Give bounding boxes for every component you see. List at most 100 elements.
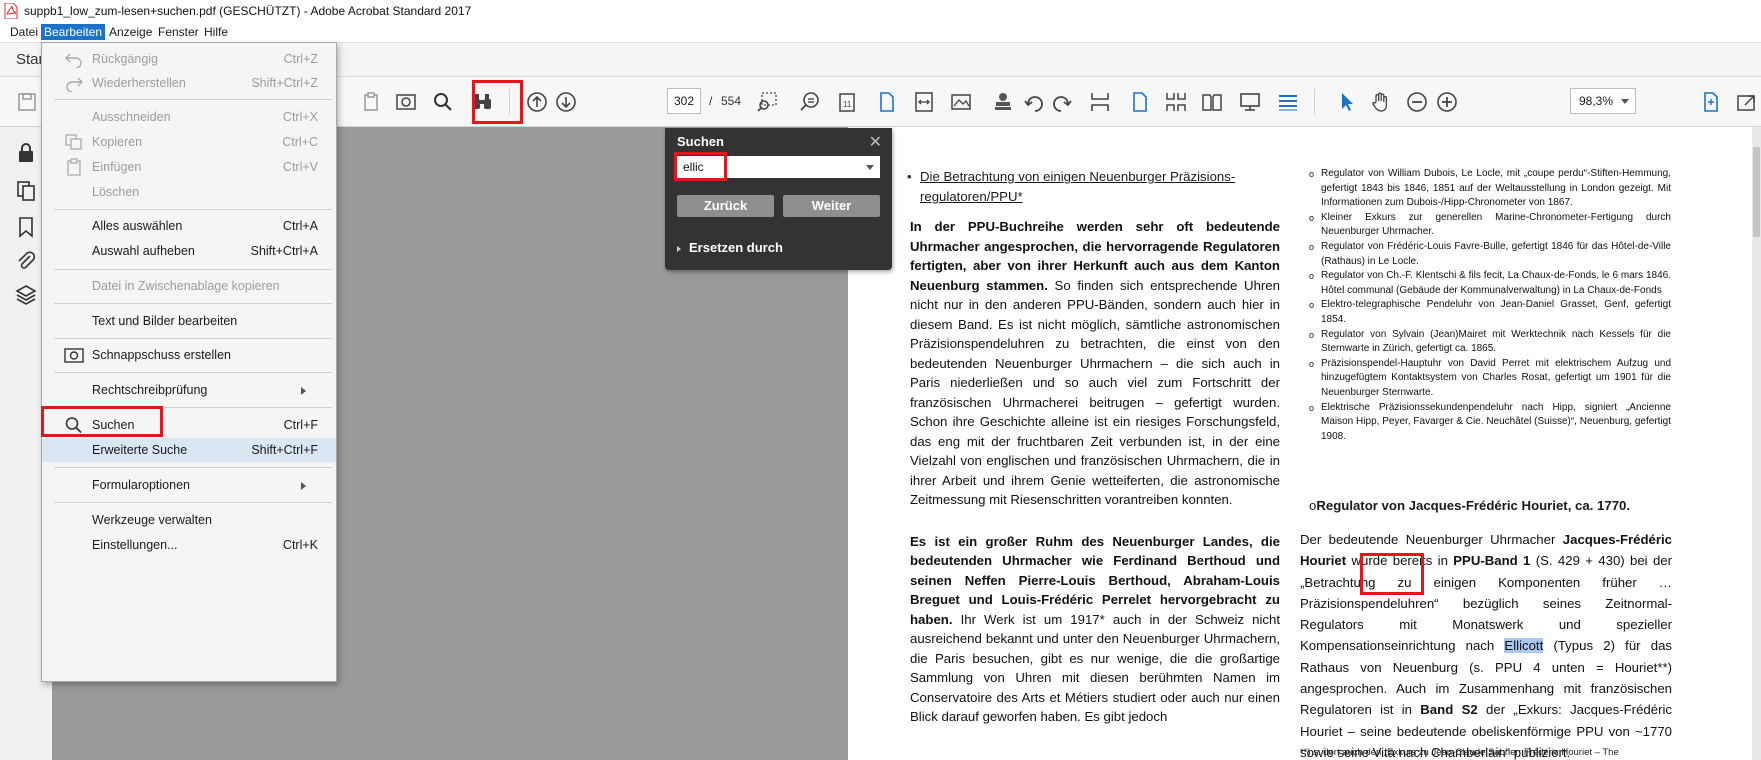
menu-item-select-all[interactable]: Alles auswählen Ctrl+A [42, 214, 336, 238]
menu-item-form-options[interactable]: Formularoptionen [42, 473, 336, 497]
chevron-right-icon [301, 482, 306, 490]
attachment-icon[interactable] [14, 249, 38, 273]
close-icon[interactable]: ✕ [869, 132, 882, 152]
menu-label: Einfügen [92, 160, 142, 174]
page-number-input[interactable]: 302 [667, 88, 701, 114]
bookmark-icon[interactable] [14, 215, 38, 239]
menu-item-snapshot[interactable]: Schnappschuss erstellen [42, 343, 336, 367]
menu-label: Rechtschreibprüfung [92, 383, 208, 397]
menu-anzeige[interactable]: Anzeige [106, 24, 155, 40]
svg-text:11: 11 [843, 100, 852, 109]
save-icon[interactable] [14, 89, 40, 115]
hand-tool-icon[interactable] [1367, 89, 1393, 115]
menu-datei[interactable]: Datei [7, 24, 41, 40]
paragraph: In der PPU-Buchreihe werden sehr oft bed… [910, 217, 1280, 510]
menu-label: Wiederherstellen [92, 76, 186, 90]
menu-item-edit-text[interactable]: Text und Bilder bearbeiten [42, 309, 336, 333]
menu-item-undo[interactable]: Rückgängig Ctrl+Z [42, 47, 336, 71]
clipboard-icon[interactable] [358, 89, 384, 115]
copy-icon [65, 134, 82, 150]
acrobat-pdf-icon [4, 3, 18, 19]
menu-item-spellcheck[interactable]: Rechtschreibprüfung [42, 378, 336, 402]
menu-label: Ausschneiden [92, 110, 171, 124]
menu-fenster[interactable]: Fenster [155, 24, 202, 40]
menu-item-paste[interactable]: Einfügen Ctrl+V [42, 155, 336, 179]
menu-label: Werkzeuge verwalten [92, 513, 212, 527]
menu-item-copy-file[interactable]: Datei in Zwischenablage kopieren [42, 274, 336, 298]
previous-button[interactable]: Zurück [677, 195, 774, 217]
toolbar-separator [1314, 89, 1315, 115]
menu-item-search[interactable]: Suchen Ctrl+F [42, 413, 336, 437]
page-number-icon[interactable]: 11 [834, 89, 860, 115]
menu-label: Erweiterte Suche [92, 443, 188, 457]
page-separator: / [709, 94, 713, 108]
image-page-icon[interactable] [948, 89, 974, 115]
stamp-icon[interactable] [990, 89, 1016, 115]
paragraph-bold: PPU-Band 1 [1453, 553, 1531, 569]
menu-shortcut: Ctrl+F [283, 418, 318, 432]
chevron-right-icon [677, 245, 681, 252]
monitor-icon[interactable] [1237, 89, 1263, 115]
undo-icon [65, 53, 82, 68]
edit-menu: Rückgängig Ctrl+Z Wiederherstellen Shift+C… [41, 42, 337, 682]
menu-separator [54, 99, 332, 100]
menu-shortcut: Shift+Ctrl+F [251, 443, 318, 457]
rotate-right-icon[interactable] [1022, 89, 1048, 115]
menu-hilfe[interactable]: Hilfe [201, 24, 231, 40]
next-button[interactable]: Weiter [783, 195, 880, 217]
menu-item-cut[interactable]: Ausschneiden Ctrl+X [42, 105, 336, 129]
menu-item-deselect[interactable]: Auswahl aufheben Shift+Ctrl+A [42, 239, 336, 263]
menu-shortcut: Shift+Ctrl+A [250, 244, 318, 258]
arrow-down-icon[interactable] [553, 89, 579, 115]
vertical-scrollbar[interactable] [1752, 127, 1761, 760]
text-lines-icon[interactable] [1275, 89, 1301, 115]
arrow-up-icon[interactable] [524, 89, 550, 115]
grid-split-icon[interactable] [1163, 89, 1189, 115]
menu-item-manage-tools[interactable]: Werkzeuge verwalten [42, 508, 336, 532]
chevron-down-icon[interactable] [866, 165, 874, 170]
replace-toggle[interactable]: Ersetzen durch [677, 240, 783, 255]
menu-label: Text und Bilder bearbeiten [92, 314, 238, 328]
pdf-page[interactable]: Die Betrachtung von einigen Neuenburger … [848, 127, 1753, 760]
menu-item-redo[interactable]: Wiederherstellen Shift+Ctrl+Z [42, 71, 336, 95]
menu-separator [54, 372, 332, 373]
document-icon[interactable] [1127, 89, 1153, 115]
menu-item-copy[interactable]: Kopieren Ctrl+C [42, 130, 336, 154]
menu-item-preferences[interactable]: Einstellungen... Ctrl+K [42, 533, 336, 557]
zoom-level-select[interactable]: 98,3% [1570, 88, 1636, 114]
fit-width-icon[interactable] [911, 89, 937, 115]
camera-icon[interactable] [393, 89, 419, 115]
menu-separator [54, 467, 332, 468]
menu-label: Datei in Zwischenablage kopieren [92, 279, 280, 293]
paragraph-text: wurde bereits in [1346, 553, 1454, 569]
two-page-icon[interactable] [1199, 89, 1225, 115]
single-page-icon[interactable] [874, 89, 900, 115]
pages-icon[interactable] [14, 179, 38, 203]
paragraph-text: So finden sich entsprechende Uhren nicht… [910, 277, 1280, 508]
zoom-page-icon[interactable] [797, 89, 823, 115]
fit-page-icon[interactable] [1698, 89, 1724, 115]
zoom-in-icon[interactable] [1434, 89, 1460, 115]
full-screen-icon[interactable] [1733, 89, 1759, 115]
paragraph-bold: Band S2 [1420, 702, 1478, 718]
binoculars-icon[interactable] [469, 89, 495, 115]
search-icon[interactable] [430, 89, 456, 115]
menu-bearbeiten[interactable]: Bearbeiten [41, 24, 106, 40]
menu-label: Rückgängig [92, 52, 159, 66]
menu-label: Schnappschuss erstellen [92, 348, 231, 362]
rotate-left-icon[interactable] [1048, 89, 1074, 115]
menu-shortcut: Ctrl+X [282, 110, 318, 124]
tab-start[interactable]: Star [16, 51, 44, 68]
search-input[interactable]: ellic [677, 156, 880, 178]
split-page-icon[interactable] [1087, 89, 1113, 115]
menu-item-advanced-search[interactable]: Erweiterte Suche Shift+Ctrl+F [42, 438, 336, 462]
list-item: Regulator von Sylvain (Jean)Mairet mit W… [1309, 328, 1671, 357]
layers-icon[interactable] [14, 283, 38, 307]
marquee-zoom-icon[interactable] [754, 89, 780, 115]
scrollbar-thumb[interactable] [1753, 147, 1760, 237]
select-cursor-icon[interactable] [1334, 89, 1360, 115]
section-heading: Die Betrachtung von einigen Neuenburger … [907, 167, 1280, 207]
menu-item-delete[interactable]: Löschen [42, 180, 336, 204]
zoom-out-icon[interactable] [1404, 89, 1430, 115]
lock-icon[interactable] [14, 141, 38, 165]
